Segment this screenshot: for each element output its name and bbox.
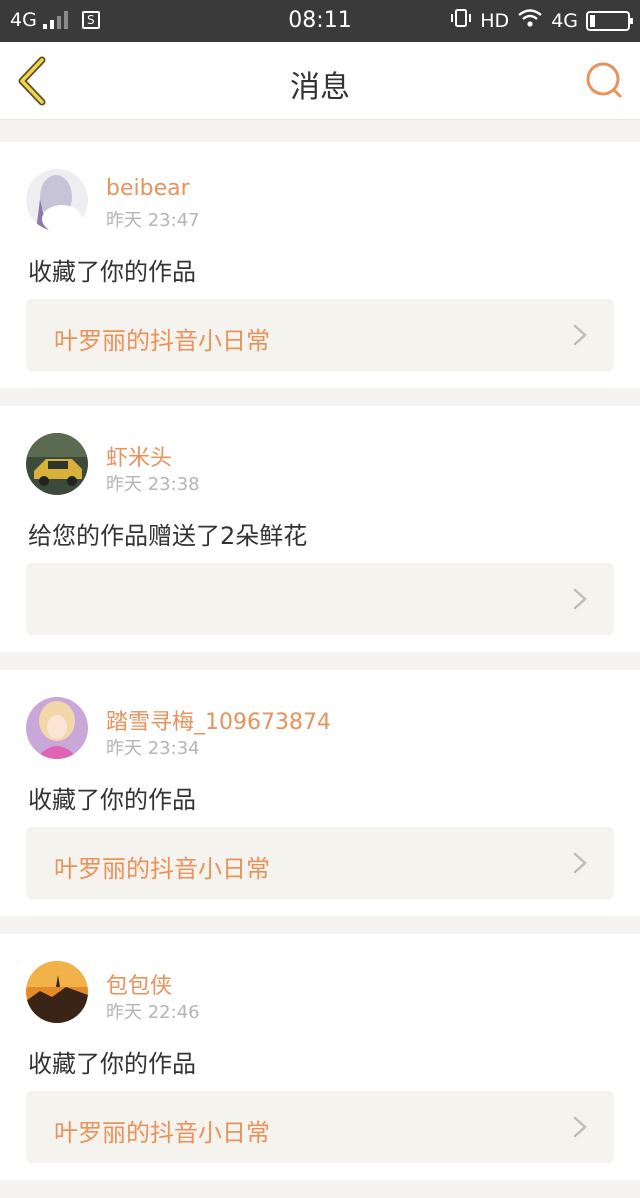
username[interactable]: 踏雪寻梅_109673874 bbox=[106, 704, 331, 736]
search-button[interactable] bbox=[584, 60, 626, 102]
work-title: 叶罗丽的抖音小日常 bbox=[54, 855, 270, 883]
battery-icon bbox=[586, 10, 633, 31]
work-link[interactable]: 叶罗丽的抖音小日常 bbox=[26, 299, 614, 371]
work-link[interactable] bbox=[26, 563, 614, 635]
search-icon bbox=[586, 62, 622, 98]
chevron-right-icon bbox=[573, 588, 587, 610]
notification-card: 包包侠 昨天 22:46 收藏了你的作品 叶罗丽的抖音小日常 bbox=[0, 934, 640, 1180]
hd-label: HD bbox=[480, 9, 510, 32]
chevron-right-icon bbox=[573, 852, 587, 874]
header: 消息 bbox=[0, 42, 640, 120]
timestamp: 昨天 23:38 bbox=[106, 474, 200, 495]
avatar[interactable] bbox=[26, 169, 88, 231]
avatar[interactable] bbox=[26, 433, 88, 495]
notification-card: 虾米头 昨天 23:38 给您的作品赠送了2朵鲜花 bbox=[0, 406, 640, 652]
avatar[interactable] bbox=[26, 961, 88, 1023]
notification-message: 收藏了你的作品 bbox=[28, 786, 196, 814]
username[interactable]: 包包侠 bbox=[106, 968, 172, 1000]
notification-card: 踏雪寻梅_109673874 昨天 23:34 收藏了你的作品 叶罗丽的抖音小日… bbox=[0, 670, 640, 916]
timestamp: 昨天 22:46 bbox=[106, 1002, 200, 1023]
username[interactable]: beibear bbox=[106, 176, 190, 201]
username[interactable]: 虾米头 bbox=[106, 440, 172, 472]
notification-card: beibear 昨天 23:47 收藏了你的作品 叶罗丽的抖音小日常 bbox=[0, 142, 640, 388]
notification-message: 收藏了你的作品 bbox=[28, 258, 196, 286]
vibrate-icon bbox=[450, 8, 472, 33]
wifi-icon bbox=[517, 8, 543, 33]
chevron-right-icon bbox=[573, 1116, 587, 1138]
page-title: 消息 bbox=[290, 70, 350, 105]
notification-message: 收藏了你的作品 bbox=[28, 1050, 196, 1078]
work-title: 叶罗丽的抖音小日常 bbox=[54, 327, 270, 355]
status-right: HD 4G bbox=[450, 8, 633, 33]
work-title: 叶罗丽的抖音小日常 bbox=[54, 1119, 270, 1147]
timestamp: 昨天 23:47 bbox=[106, 210, 200, 231]
network-type-right: 4G bbox=[551, 9, 578, 32]
avatar[interactable] bbox=[26, 697, 88, 759]
status-bar: 4G S 08:11 HD 4G bbox=[0, 0, 640, 42]
timestamp: 昨天 23:34 bbox=[106, 738, 200, 759]
work-link[interactable]: 叶罗丽的抖音小日常 bbox=[26, 1091, 614, 1163]
work-link[interactable]: 叶罗丽的抖音小日常 bbox=[26, 827, 614, 899]
chevron-right-icon bbox=[573, 324, 587, 346]
notification-list: beibear 昨天 23:47 收藏了你的作品 叶罗丽的抖音小日常 虾米头 昨… bbox=[0, 142, 640, 1198]
notification-message: 给您的作品赠送了2朵鲜花 bbox=[28, 522, 308, 550]
